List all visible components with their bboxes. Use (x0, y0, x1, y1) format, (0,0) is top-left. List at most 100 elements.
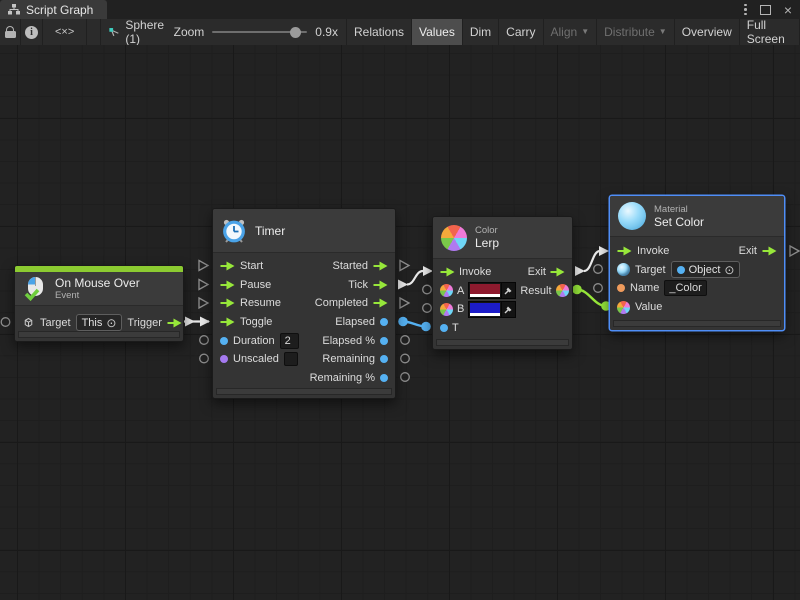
color-port-icon[interactable] (617, 301, 630, 314)
color-b-swatch[interactable] (468, 301, 516, 318)
wire-trigger-toggle[interactable] (184, 317, 210, 327)
port-label: Started (333, 260, 368, 272)
port-timer-duration[interactable] (200, 336, 209, 345)
node-title: Timer (255, 224, 285, 238)
material-port-icon[interactable] (617, 263, 630, 276)
name-input[interactable]: _Color (664, 280, 706, 296)
port-setcolor-exit[interactable] (790, 246, 799, 256)
wire-exit-invoke[interactable] (575, 246, 609, 276)
node-title: Lerp (475, 236, 499, 250)
value-port-icon[interactable] (380, 337, 388, 345)
node-color-lerp[interactable]: Color Lerp Invoke Exit A (432, 216, 573, 350)
port-lerp-a[interactable] (423, 285, 432, 294)
port-lerp-b[interactable] (423, 304, 432, 313)
toolbar-spacer (87, 19, 101, 45)
port-setcolor-target[interactable] (594, 265, 603, 274)
node-header[interactable]: Material Set Color (610, 196, 784, 237)
wire-result-value[interactable] (572, 285, 611, 311)
unscaled-checkbox[interactable] (284, 352, 298, 366)
value-port-icon[interactable] (380, 374, 388, 382)
duration-input[interactable]: 2 (280, 333, 299, 349)
string-port-icon[interactable] (617, 284, 625, 292)
flow-arrow-icon[interactable] (220, 261, 235, 271)
fullscreen-button[interactable]: Full Screen (740, 19, 800, 45)
value-port-icon[interactable] (380, 355, 388, 363)
flow-arrow-icon[interactable] (550, 267, 565, 277)
port-timer-unscaled[interactable] (200, 354, 209, 363)
relations-button[interactable]: Relations (347, 19, 412, 45)
port-label: Tick (348, 279, 368, 291)
port-timer-elapsed-pct[interactable] (401, 336, 410, 345)
port-label: Duration (233, 335, 275, 347)
flow-arrow-icon[interactable] (373, 298, 388, 308)
node-set-color[interactable]: Material Set Color Invoke Exit Target Ob… (609, 195, 785, 331)
overview-button[interactable]: Overview (675, 19, 740, 45)
port-timer-completed[interactable] (400, 298, 409, 308)
port-timer-pause[interactable] (199, 280, 208, 290)
color-port-icon[interactable] (556, 284, 569, 297)
color-port-icon[interactable] (440, 303, 453, 316)
port-label: Exit (528, 266, 546, 278)
zoom-slider-handle[interactable] (290, 27, 301, 38)
context-label[interactable]: Sphere (1) (125, 18, 167, 46)
flow-arrow-icon[interactable] (220, 298, 235, 308)
target-field[interactable]: This ⊙ (76, 314, 123, 331)
port-mouseover-target[interactable] (1, 318, 10, 327)
flow-arrow-icon[interactable] (220, 280, 235, 290)
flow-arrow-icon[interactable] (373, 280, 388, 290)
bool-port-icon[interactable] (220, 355, 228, 363)
info-icon: i (25, 26, 38, 39)
port-timer-resume[interactable] (199, 298, 208, 308)
close-icon[interactable]: × (784, 3, 792, 17)
node-on-mouse-over[interactable]: On Mouse Over Event Target This ⊙ Trigge… (14, 265, 184, 342)
flow-arrow-icon[interactable] (373, 261, 388, 271)
flow-arrow-icon[interactable] (440, 267, 455, 277)
tab-title: Script Graph (26, 3, 93, 17)
color-wheel-icon (441, 225, 467, 251)
flow-arrow-icon[interactable] (167, 318, 182, 328)
port-label: Remaining (322, 353, 375, 365)
eyedropper-icon[interactable] (501, 283, 515, 298)
value-port-icon[interactable] (440, 324, 448, 332)
node-subtitle: Color (475, 225, 499, 236)
wire-elapsed-t[interactable] (398, 317, 431, 332)
value-port-icon[interactable] (220, 337, 228, 345)
node-header[interactable]: On Mouse Over Event (15, 272, 183, 306)
graph-icon (8, 4, 20, 15)
port-timer-started[interactable] (400, 261, 409, 271)
node-subtitle: Material (654, 204, 704, 215)
cursor-icon (109, 26, 119, 39)
object-picker-icon[interactable]: ⊙ (724, 264, 734, 276)
carry-button[interactable]: Carry (499, 19, 543, 45)
lock-button[interactable] (0, 19, 21, 45)
values-button[interactable]: Values (412, 19, 463, 45)
port-setcolor-name[interactable] (594, 284, 603, 293)
target-object-field[interactable]: Object ⊙ (671, 261, 741, 278)
dim-button[interactable]: Dim (463, 19, 499, 45)
node-timer[interactable]: Timer Start Started Pause Tick Resum (212, 208, 396, 399)
tab-script-graph[interactable]: Script Graph (0, 0, 107, 19)
eyedropper-icon[interactable] (501, 302, 515, 317)
code-view-button[interactable]: <×> (43, 19, 87, 45)
align-button[interactable]: Align▼ (544, 19, 598, 45)
port-timer-remaining-pct[interactable] (401, 373, 410, 382)
distribute-button[interactable]: Distribute▼ (597, 19, 675, 45)
port-timer-remaining[interactable] (401, 354, 410, 363)
menu-icon[interactable] (744, 4, 747, 16)
node-header[interactable]: Color Lerp (433, 217, 572, 259)
color-a-swatch[interactable] (468, 282, 516, 299)
object-picker-icon[interactable]: ⊙ (106, 317, 116, 329)
node-header[interactable]: Timer (213, 209, 395, 253)
port-timer-start[interactable] (199, 261, 208, 271)
flow-arrow-icon[interactable] (762, 246, 777, 256)
maximize-icon[interactable] (760, 5, 771, 15)
value-port-icon[interactable] (380, 318, 388, 326)
zoom-slider[interactable] (212, 31, 307, 33)
flow-arrow-icon[interactable] (220, 317, 235, 327)
wire-tick-invoke[interactable] (398, 266, 433, 290)
port-label: Name (630, 282, 659, 294)
color-port-icon[interactable] (440, 284, 453, 297)
info-button[interactable]: i (21, 19, 43, 45)
flow-arrow-icon[interactable] (617, 246, 632, 256)
graph-canvas[interactable]: On Mouse Over Event Target This ⊙ Trigge… (0, 45, 800, 600)
